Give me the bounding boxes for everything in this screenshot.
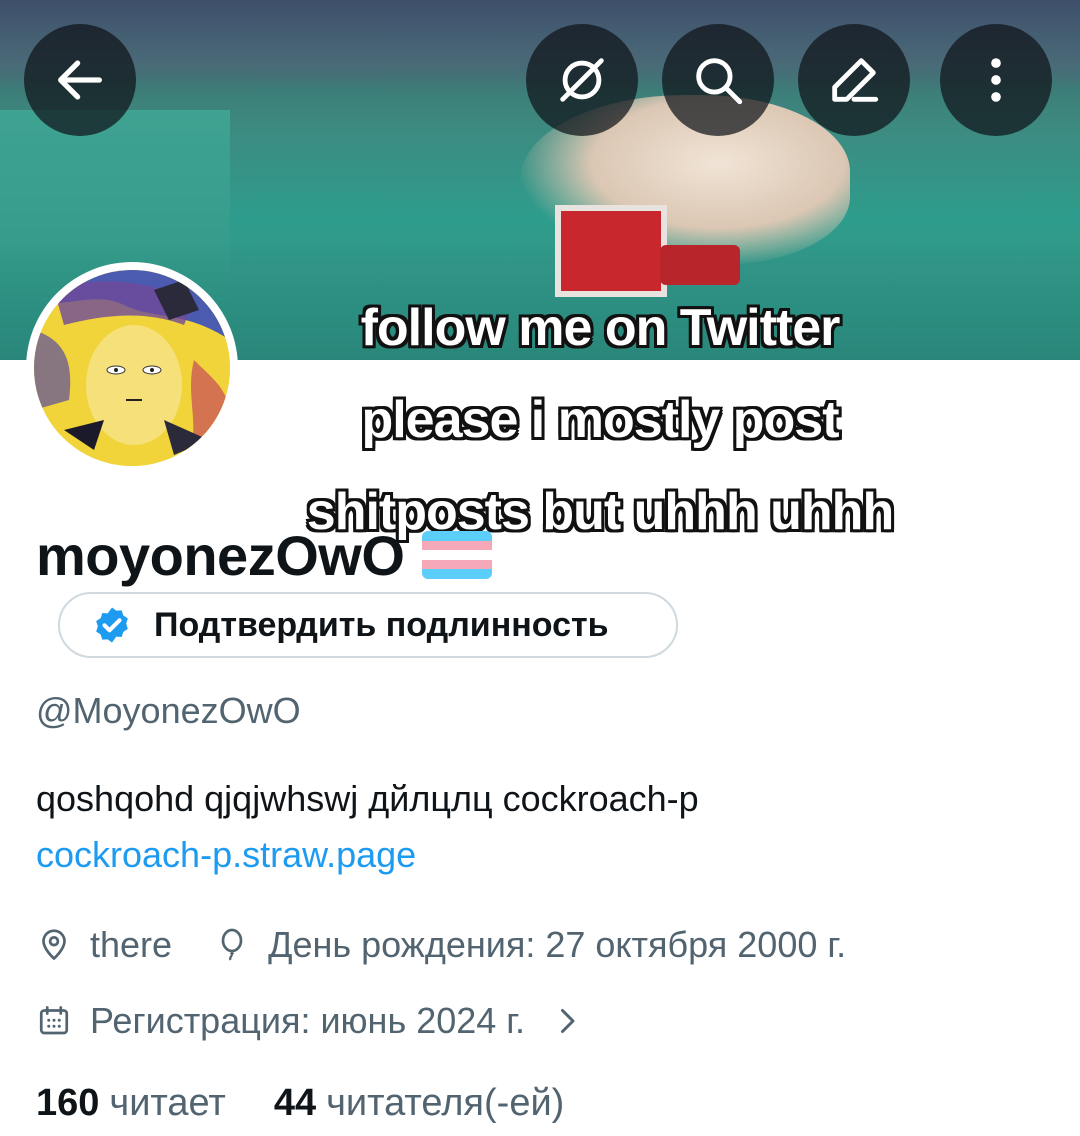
more-vertical-icon	[991, 58, 1001, 102]
avatar-image	[34, 270, 230, 466]
verified-badge-icon	[96, 607, 128, 643]
following-link[interactable]: 160 читает	[36, 1082, 226, 1125]
banner-red-shape	[660, 245, 740, 285]
search-button[interactable]	[662, 24, 774, 136]
avatar[interactable]	[26, 262, 238, 474]
birthday-text: День рождения: 27 октября 2000 г.	[268, 924, 847, 965]
verify-button[interactable]: Подтвердить подлинность	[58, 592, 678, 658]
followers-count: 44	[273, 1082, 317, 1124]
following-count: 160	[36, 1082, 100, 1124]
display-name: moyonezOwO	[36, 523, 405, 587]
followers-label: читателя(-ей)	[326, 1082, 565, 1124]
location-pin-icon	[42, 929, 66, 961]
search-icon	[696, 58, 743, 105]
follow-stats: 160 читает 44 читателя(-ей)	[36, 1082, 564, 1125]
pencil-icon	[832, 58, 879, 102]
following-label: читает	[109, 1082, 226, 1124]
bio: qoshqohd qjqjwhswj дйлцлц cockroach-p	[36, 778, 699, 819]
arrow-left-icon	[58, 60, 102, 100]
profile-link[interactable]: cockroach-p.straw.page	[36, 834, 416, 876]
handle: @MoyonezOwO	[36, 690, 301, 731]
more-button[interactable]	[940, 24, 1052, 136]
followers-link[interactable]: 44 читателя(-ей)	[274, 1082, 565, 1125]
meta-row-1: there День рождения: 27 октября 2000 г.	[36, 924, 846, 966]
calendar-icon	[39, 1006, 69, 1035]
chevron-right-icon	[561, 1009, 575, 1033]
joined-text: Регистрация: июнь 2024 г.	[90, 1000, 526, 1041]
trans-flag-icon	[422, 531, 493, 579]
name-row: moyonezOwO	[36, 522, 493, 588]
caption-line-1: follow me on Twitter	[360, 298, 842, 358]
location-text: there	[90, 924, 173, 965]
back-button[interactable]	[24, 24, 136, 136]
verify-label: Подтвердить подлинность	[154, 605, 609, 644]
banner-caption: follow me on Twitter please i mostly pos…	[220, 282, 980, 558]
caption-line-2: please i mostly post	[360, 390, 840, 450]
edit-button[interactable]	[798, 24, 910, 136]
grok-button[interactable]	[526, 24, 638, 136]
balloon-icon	[221, 928, 243, 961]
meta-row-2[interactable]: Регистрация: июнь 2024 г.	[36, 1000, 585, 1042]
slashed-circle-icon	[560, 58, 604, 102]
